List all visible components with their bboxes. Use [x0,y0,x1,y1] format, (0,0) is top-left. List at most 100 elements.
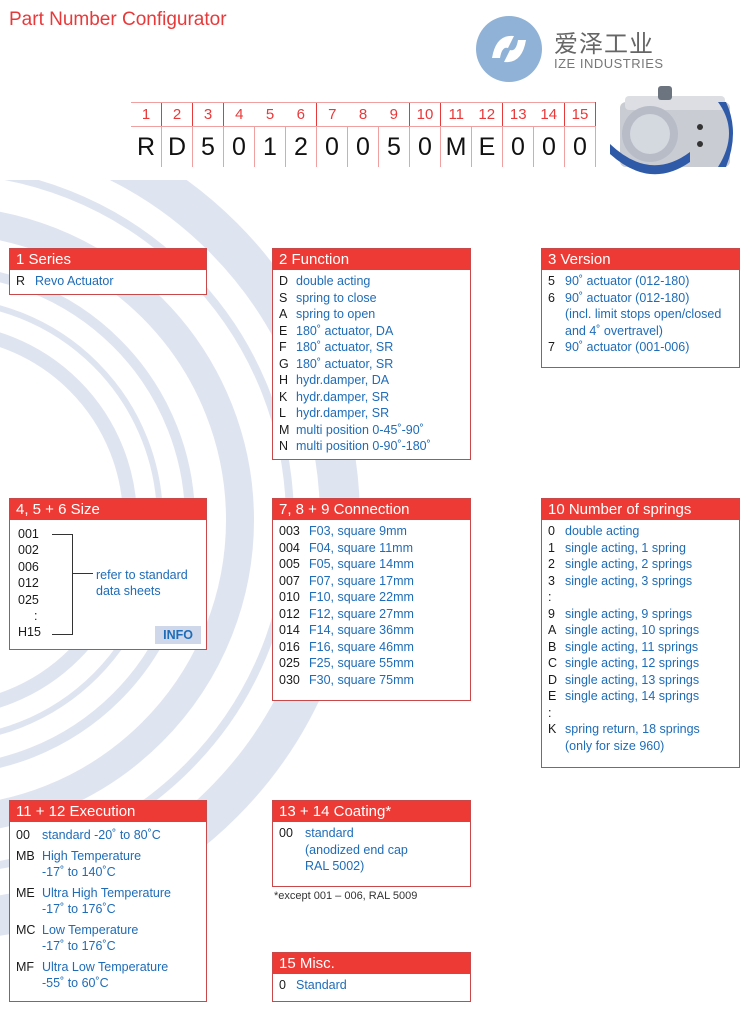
option-item: 6 90˚ actuator (012-180) (incl. limit stop… [548,290,733,340]
option-code: 2 [548,557,555,571]
position-number: 4 [223,102,255,127]
option-code: MC [16,922,36,937]
option-row: Kspring return, 18 springs [548,721,733,738]
option-item: Ddouble acting [279,273,464,290]
code-character: D [161,126,193,167]
option-item: 004 F04, square 11mm [279,540,464,557]
option-description: hydr.damper, SR [296,406,390,420]
position-number: 3 [192,102,224,127]
option-item: Mmulti position 0-45˚-90˚ [279,422,464,439]
option-item: 2 single acting, 2 springs [548,556,733,573]
option-item: G 180˚ actuator, SR [279,356,464,373]
size-code: 025 [18,592,39,607]
option-code: L [279,406,286,420]
option-row: 2 single acting, 2 springs [548,556,733,573]
code-character: 0 [316,126,348,167]
option-item: 007 F07, square 17mm [279,573,464,590]
option-item: 012 F12, square 27mm [279,606,464,623]
size-section: 4, 5 + 6 Size 001 002 006 012 025: H15 refer … [9,498,207,650]
option-row: 9 single acting, 9 springs [548,606,733,623]
option-description-continued: -17˚ to 176˚C [42,902,116,916]
option-description: F10, square 22mm [309,590,414,604]
version-section: 3 Version 5 90˚ actuator (012-180) 6 90˚ ac… [541,248,740,368]
option-code: MF [16,959,35,974]
option-code: K [279,389,288,404]
size-code-list: 001 002 006 012 025: H15 [18,526,41,641]
option-item: 3 single acting, 3 springs [548,573,733,590]
option-item: Esingle acting, 14 springs [548,688,733,705]
springs-section: 10 Number of springs 0 double acting 1 sing… [541,498,740,768]
option-code: 7 [548,340,555,354]
option-row: 3 single acting, 3 springs [548,573,733,590]
option-row: 030 F30, square 75mm [279,672,464,689]
option-row: 0 double acting [548,523,733,540]
logo-english-text: IZE INDUSTRIES [554,56,664,71]
info-button[interactable]: INFO [155,626,201,644]
section-header: 10 Number of springs [542,499,739,520]
option-row: 010 F10, square 22mm [279,589,464,606]
option-row: 005 F05, square 14mm [279,556,464,573]
coating-footnote: *except 001 – 006, RAL 5009 [274,890,418,902]
option-description: Low Temperature [42,922,139,937]
logo-chinese-text: 爱泽工业 [554,31,654,58]
section-header: 15 Misc. [273,953,470,974]
option-code: E [548,689,557,703]
option-description-continued: RAL 5002) [305,859,365,873]
section-header: 4, 5 + 6 Size [10,499,206,520]
company-logo: 爱泽工业 IZE INDUSTRIES [474,14,714,84]
option-code: B [548,639,557,654]
option-item: Aspring to open [279,306,464,323]
option-item: MB High Temperature -17˚ to 140˚C [16,848,200,881]
option-description: 180˚ actuator, SR [296,356,394,371]
option-row: Bsingle acting, 11 springs [548,639,733,656]
option-description: single acting, 11 springs [565,639,699,654]
option-code: 0 [548,524,555,538]
size-code: 012 [18,576,39,591]
option-description: High Temperature [42,848,142,863]
option-item: MF Ultra Low Temperature -55˚ to 60˚C [16,959,200,992]
option-item: Lhydr.damper, SR [279,405,464,422]
option-row: Esingle acting, 14 springs [548,688,733,705]
option-description: Ultra Low Temperature [42,959,169,974]
option-description: multi position 0-45˚-90˚ [296,422,424,437]
option-row: Hhydr.damper, DA [279,372,464,389]
code-value-row: R D 5 0 1 2 0 0 5 0 M E 0 0 0 [131,126,596,167]
option-code: H [279,373,289,387]
option-description: hydr.damper, SR [296,389,390,404]
code-character: 0 [533,126,565,167]
position-number: 1 [131,102,162,127]
option-description-continued: -55˚ to 60˚C [42,976,109,990]
option-code: ME [16,885,35,900]
part-number-code-table: 1 2 3 4 5 6 7 8 9 10 11 12 13 14 15 R D … [131,102,596,167]
option-item: 010 F10, square 22mm [279,589,464,606]
option-description: 180˚ actuator, DA [296,323,394,338]
option-description: standard -20˚ to 80˚C [42,828,161,842]
section-header: 11 + 12 Execution [10,801,206,822]
code-character: 5 [378,126,410,167]
option-item: ME Ultra High Temperature -17˚ to 176˚C [16,885,200,918]
option-row: Aspring to open [279,306,464,323]
option-row: 014 F14, square 36mm [279,622,464,639]
option-code: G [279,356,289,371]
position-number: 8 [347,102,379,127]
option-description: single acting, 10 springs [565,623,700,637]
option-description: Revo Actuator [35,274,114,288]
code-character: 2 [285,126,317,167]
option-code: 010 [279,590,300,604]
code-character: 5 [192,126,224,167]
option-code: : [548,590,552,604]
size-code: 006 [18,559,39,574]
option-item: Khydr.damper, SR [279,389,464,406]
section-header: 2 Function [273,249,470,270]
section-header: 3 Version [542,249,739,270]
option-item: Csingle acting, 12 springs [548,655,733,672]
option-item: 005 F05, square 14mm [279,556,464,573]
option-description: 180˚ actuator, SR [296,340,394,354]
code-character: 0 [502,126,534,167]
option-item: Hhydr.damper, DA [279,372,464,389]
code-character: M [440,126,472,167]
option-row: Csingle acting, 12 springs [548,655,733,672]
option-item: 1 single acting, 1 spring [548,540,733,557]
option-item: Nmulti position 0-90˚-180˚ [279,438,464,455]
option-row: R Revo Actuator [16,273,200,290]
